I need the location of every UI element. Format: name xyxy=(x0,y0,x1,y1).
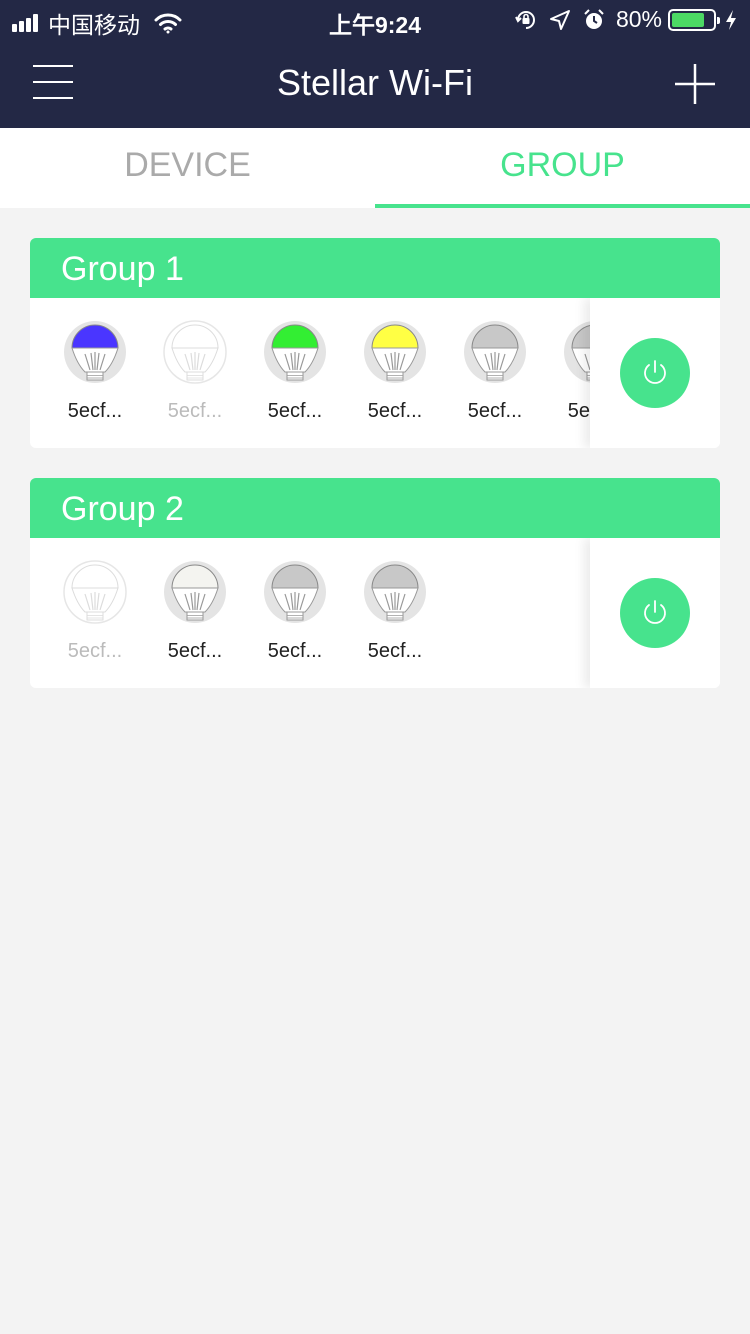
menu-icon xyxy=(33,65,75,99)
bulb-item[interactable]: 5ecf... xyxy=(245,316,345,436)
light-bulb-icon xyxy=(264,561,326,623)
tab-group[interactable]: GROUP xyxy=(375,128,750,208)
group-card: Group 2 5ecf... 5ecf... 5ecf... 5ecf... xyxy=(30,478,720,688)
tab-bar: DEVICE GROUP xyxy=(0,128,750,208)
light-bulb-icon xyxy=(63,560,127,624)
bulb-item[interactable]: 5ecf... xyxy=(445,316,545,436)
light-bulb-icon xyxy=(464,321,526,383)
light-bulb-icon xyxy=(564,321,590,383)
bulb-item[interactable]: 5ecf... xyxy=(245,556,345,676)
battery-percent: 80% xyxy=(615,6,662,32)
bulb-item[interactable]: 5ecf... xyxy=(545,316,590,436)
group-card: Group 1 5ecf... 5ecf... 5ecf... 5ecf... 5ecf… xyxy=(30,238,720,448)
bulb-item[interactable]: 5ecf... xyxy=(145,316,245,436)
signal-icon xyxy=(12,14,40,32)
group-power-button[interactable] xyxy=(620,338,690,408)
power-icon xyxy=(644,360,666,384)
add-button[interactable] xyxy=(674,63,716,105)
group-body: 5ecf... 5ecf... 5ecf... 5ecf... xyxy=(30,538,720,688)
plus-icon xyxy=(675,64,715,104)
bulb-list[interactable]: 5ecf... 5ecf... 5ecf... 5ecf... 5ecf... 5ecf.… xyxy=(30,298,590,448)
bulb-label: 5ecf... xyxy=(267,400,323,422)
light-bulb-icon xyxy=(64,321,126,383)
bulb-item[interactable]: 5ecf... xyxy=(345,316,445,436)
group-power-button[interactable] xyxy=(620,578,690,648)
bulb-item[interactable]: 5ecf... xyxy=(345,556,445,676)
light-bulb-icon xyxy=(264,321,326,383)
bulb-item[interactable]: 5ecf... xyxy=(145,556,245,676)
bulb-label: 5ecf... xyxy=(167,640,223,662)
alarm-icon xyxy=(584,8,604,29)
page-title: Stellar Wi-Fi xyxy=(277,62,473,103)
bulb-label: 5ecf... xyxy=(167,400,223,422)
bulb-label: 5ecf... xyxy=(567,400,590,422)
menu-button[interactable] xyxy=(33,65,75,101)
group-title[interactable]: Group 2 xyxy=(30,478,720,538)
carrier-name: 中国移动 xyxy=(48,12,140,38)
charging-icon xyxy=(726,9,736,30)
bulb-list[interactable]: 5ecf... 5ecf... 5ecf... 5ecf... xyxy=(30,538,590,688)
bulb-item[interactable]: 5ecf... xyxy=(45,316,145,436)
bulb-item[interactable]: 5ecf... xyxy=(45,556,145,676)
light-bulb-icon xyxy=(163,320,227,384)
bulb-label: 5ecf... xyxy=(67,640,123,662)
light-bulb-icon xyxy=(164,561,226,623)
app-header: 中国移动 上午9:24 80% Stellar Wi-Fi xyxy=(0,0,750,128)
location-icon xyxy=(549,9,570,30)
light-bulb-icon xyxy=(364,561,426,623)
group-title[interactable]: Group 1 xyxy=(30,238,720,298)
power-panel xyxy=(590,298,720,448)
bulb-label: 5ecf... xyxy=(467,400,523,422)
power-icon xyxy=(644,600,666,624)
bulb-label: 5ecf... xyxy=(367,640,423,662)
group-body: 5ecf... 5ecf... 5ecf... 5ecf... 5ecf... 5ecf.… xyxy=(30,298,720,448)
bulb-label: 5ecf... xyxy=(267,640,323,662)
wifi-icon xyxy=(154,13,182,34)
status-bar: 中国移动 上午9:24 80% xyxy=(0,0,750,40)
orientation-lock-icon xyxy=(515,10,535,29)
tab-device[interactable]: DEVICE xyxy=(0,128,375,208)
power-panel xyxy=(590,538,720,688)
battery-icon xyxy=(668,8,720,31)
bulb-label: 5ecf... xyxy=(367,400,423,422)
light-bulb-icon xyxy=(364,321,426,383)
bulb-label: 5ecf... xyxy=(67,400,123,422)
